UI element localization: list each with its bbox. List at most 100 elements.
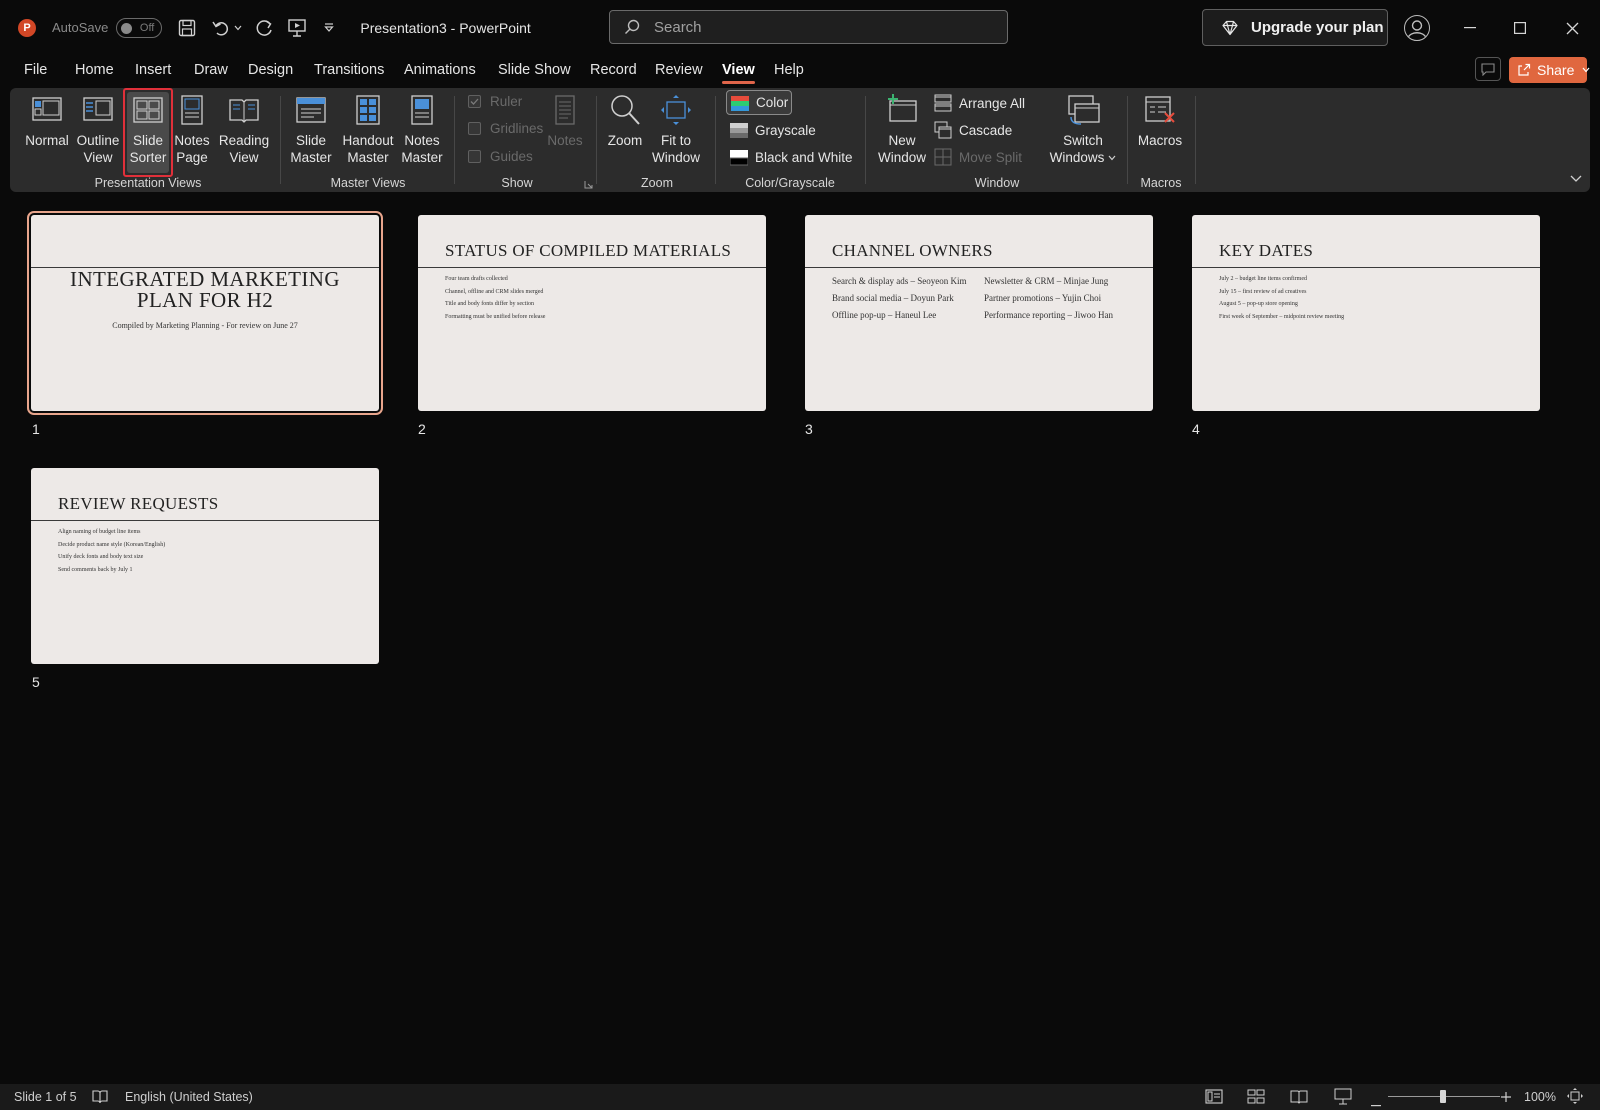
normal-view-status-icon[interactable] [1205,1089,1223,1107]
tab-help[interactable]: Help [774,62,804,78]
notes-page-button[interactable]: Notes Page [170,93,214,166]
macros-button[interactable]: Macros [1134,93,1186,149]
slide-count-status[interactable]: Slide 1 of 5 [14,1090,77,1104]
notes-master-icon [411,95,433,125]
minimize-icon[interactable] [1456,14,1484,42]
outline-view-icon [83,97,113,121]
tab-slide-show[interactable]: Slide Show [498,62,571,78]
zoom-out-icon[interactable] [1371,1096,1381,1110]
reading-view-button[interactable]: Reading View [216,93,272,166]
slide-sorter-status-icon[interactable] [1247,1089,1265,1107]
customize-qat-icon[interactable] [318,17,340,39]
tab-home[interactable]: Home [75,62,114,78]
undo-icon[interactable] [210,17,232,39]
tab-file[interactable]: File [24,62,47,78]
redo-icon[interactable] [254,17,276,39]
fit-to-window-button[interactable]: Fit to Window [646,93,706,166]
share-chevron-icon[interactable] [1582,67,1590,73]
slide-thumbnail-2[interactable]: STATUS OF COMPILED MATERIALS Four team d… [418,215,766,411]
zoom-slider[interactable] [1388,1090,1500,1103]
zoom-button[interactable]: Zoom [602,93,648,149]
ruler-label: Ruler [490,94,523,109]
move-split-button[interactable]: Move Split [934,148,1022,166]
close-icon[interactable] [1558,14,1586,42]
fit-to-window-icon [661,95,691,125]
tab-insert[interactable]: Insert [135,62,171,78]
gridlines-checkbox[interactable]: Gridlines [468,121,543,136]
slide-4-body: July 2 – budget line items confirmed Jul… [1219,273,1344,323]
save-icon[interactable] [176,17,198,39]
slide-thumbnail-4[interactable]: KEY DATES July 2 – budget line items con… [1192,215,1540,411]
accessibility-icon[interactable] [92,1089,108,1108]
new-window-button[interactable]: New Window [876,93,928,166]
zoom-icon [611,95,640,125]
reading-view-status-icon[interactable] [1290,1089,1308,1107]
title-rule [31,520,379,521]
tab-animations[interactable]: Animations [404,62,476,78]
present-from-start-icon[interactable] [286,17,308,39]
tab-view[interactable]: View [722,62,755,84]
search-placeholder: Search [654,18,702,36]
ruler-checkbox[interactable]: Ruler [468,94,522,109]
notes-page-icon [181,95,203,125]
autosave-toggle[interactable]: Off [116,17,163,38]
avatar[interactable] [1404,15,1430,41]
handout-master-label-1: Handout [342,133,394,148]
collapse-ribbon-chevron-icon[interactable] [1570,170,1582,188]
share-icon [1517,63,1531,77]
cascade-icon [934,121,952,139]
tab-review[interactable]: Review [655,62,703,78]
notes-icon [555,95,575,125]
macros-icon [1145,96,1175,123]
slide-master-label-1: Slide [295,133,327,148]
upgrade-plan-button[interactable]: Upgrade your plan [1202,9,1388,46]
language-status[interactable]: English (United States) [125,1090,253,1104]
slide-3-title: CHANNEL OWNERS [832,241,993,260]
tab-draw[interactable]: Draw [194,62,228,78]
separator [596,96,597,184]
notes-master-button[interactable]: Notes Master [399,93,445,166]
outline-view-button[interactable]: Outline View [74,93,122,166]
macros-label: Macros [1137,133,1183,148]
undo-dropdown-chevron-icon[interactable] [232,17,244,39]
tab-record[interactable]: Record [590,62,637,78]
grayscale-button[interactable]: Grayscale [730,121,816,139]
slide-number-1: 1 [32,421,40,437]
cascade-label: Cascade [959,122,1013,138]
slide-thumbnail-1[interactable]: INTEGRATED MARKETING PLAN FOR H2 Compile… [27,211,383,415]
slide-show-status-icon[interactable] [1334,1088,1352,1108]
tab-design[interactable]: Design [248,62,293,78]
comments-button[interactable] [1475,57,1501,81]
zoom-in-icon[interactable] [1501,1091,1511,1105]
fit-slide-icon[interactable] [1567,1088,1583,1107]
normal-view-button[interactable]: Normal [24,93,70,149]
group-label-zoom: Zoom [641,176,673,190]
slide-thumbnail-3[interactable]: CHANNEL OWNERS Search & display ads – Se… [805,215,1153,411]
normal-label: Normal [25,133,69,148]
slide-sorter-button[interactable]: Slide Sorter [125,93,171,166]
color-button[interactable]: Color [726,90,792,115]
black-and-white-button[interactable]: Black and White [729,148,853,166]
cascade-button[interactable]: Cascade [934,121,1012,139]
zoom-level[interactable]: 100% [1524,1090,1556,1104]
tab-transitions[interactable]: Transitions [314,62,384,78]
notes-master-label-1: Notes [404,133,440,148]
slide-master-button[interactable]: Slide Master [286,93,336,166]
notes-button[interactable]: Notes [542,93,588,149]
slide-5-body: Align naming of budget line items Decide… [58,526,165,576]
color-swatch-icon [731,94,749,112]
chevron-down-icon [1108,155,1116,160]
slide-3-owner: Performance reporting – Jiwoo Han [984,310,1113,320]
handout-master-label-2: Master [347,150,389,165]
switch-windows-button[interactable]: Switch Windows [1048,93,1118,166]
slide-sorter-area: INTEGRATED MARKETING PLAN FOR H2 Compile… [0,192,1600,1082]
handout-master-button[interactable]: Handout Master [336,93,400,166]
slide-1-title-line-1: INTEGRATED MARKETING [70,267,340,291]
slide-thumbnail-5[interactable]: REVIEW REQUESTS Align naming of budget l… [31,468,379,664]
arrange-all-button[interactable]: Arrange All [934,94,1025,112]
zoom-slider-thumb[interactable] [1440,1090,1446,1103]
maximize-icon[interactable] [1506,14,1534,42]
share-button[interactable]: Share [1509,57,1590,83]
guides-checkbox[interactable]: Guides [468,149,533,164]
search-box[interactable]: Search [609,10,1008,44]
